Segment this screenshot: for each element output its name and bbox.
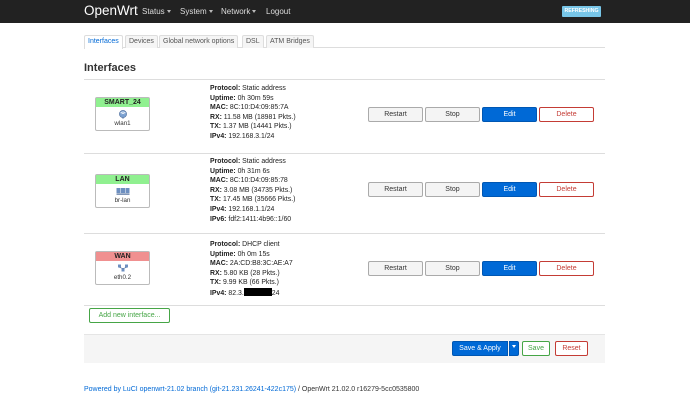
interface-name: WAN [96,252,149,261]
stop-button[interactable]: Stop [425,182,480,197]
uptime-value: 0h 0m 15s [237,250,270,258]
interface-status-info: Protocol: DHCP client Uptime: 0h 0m 15s … [210,241,293,297]
interface-status-info: Protocol: Static address Uptime: 0h 30m … [210,85,296,140]
stop-button[interactable]: Stop [425,261,480,276]
interface-name: LAN [96,175,149,184]
chevron-down-icon [166,10,171,13]
page-footer: Powered by LuCI openwrt-21.02 branch (gi… [84,386,419,393]
tx-value: 9.99 KB (66 Pkts.) [223,279,279,287]
nav-status-menu[interactable]: Status [142,7,171,16]
interface-device: wlan1 [114,120,131,127]
delete-button[interactable]: Delete [539,261,594,276]
mac-value: 8C:10:D4:09:85:78 [229,177,288,185]
uptime-value: 0h 31m 6s [237,167,270,175]
reset-button[interactable]: Reset [555,341,588,356]
page-title: Interfaces [84,62,136,74]
save-apply-dropdown-toggle[interactable] [509,341,519,356]
chevron-down-icon [208,10,213,13]
brand-logo[interactable]: OpenWrt [84,3,138,18]
uptime-value: 0h 30m 59s [237,94,274,102]
delete-button[interactable]: Delete [539,182,594,197]
save-button[interactable]: Save [522,341,550,356]
tab-bar: Interfaces Devices Global network option… [84,34,605,49]
interface-status-info: Protocol: Static address Uptime: 0h 31m … [210,158,296,223]
tab-dsl[interactable]: DSL [242,35,264,48]
tx-value: 17.45 MB (35666 Pkts.) [223,196,296,204]
form-actions-bar: Save & Apply Save Reset [84,334,605,363]
top-navbar: OpenWrt Status System Network Logout REF… [0,0,690,23]
protocol-value: DHCP client [242,241,280,248]
add-new-interface-button[interactable]: Add new interface... [89,308,170,323]
interface-row-smart-24: SMART_24 wlan1 Protocol: Static address … [84,80,605,154]
ipv4-value-suffix: 24 [271,289,280,297]
interface-badge[interactable]: WAN eth0.2 [95,251,150,285]
edit-button[interactable]: Edit [482,107,537,122]
chevron-down-icon [512,345,516,348]
tab-global-network-options[interactable]: Global network options [159,35,239,48]
rx-value: 11.58 MB (18981 Pkts.) [223,113,296,121]
chevron-down-icon [252,10,257,13]
interface-badge[interactable]: SMART_24 wlan1 [95,97,150,131]
mac-value: 8C:10:D4:09:85:7A [229,104,289,112]
tab-interfaces[interactable]: Interfaces [84,35,123,49]
tab-atm-bridges[interactable]: ATM Bridges [266,35,314,48]
mac-value: 2A:CD:B8:3C:AE:A7 [229,260,293,268]
refreshing-badge[interactable]: REFRESHING [562,6,601,17]
nav-logout[interactable]: Logout [266,7,290,16]
interface-device: eth0.2 [113,274,132,281]
wifi-icon [118,110,127,119]
edit-button[interactable]: Edit [482,261,537,276]
nav-network-menu[interactable]: Network [221,7,257,16]
openwrt-version-text: / OpenWrt 21.02.0 r16279-5cc0535800 [296,386,420,393]
tab-devices[interactable]: Devices [125,35,158,48]
edit-button[interactable]: Edit [482,182,537,197]
bridge-icon [116,188,129,195]
stop-button[interactable]: Stop [425,107,480,122]
interface-row-lan: LAN br-lan Protocol: Static address Upti… [84,154,605,234]
restart-button[interactable]: Restart [368,107,423,122]
restart-button[interactable]: Restart [368,261,423,276]
save-apply-button[interactable]: Save & Apply [452,341,508,356]
vlan-icon [117,264,128,272]
interface-name: SMART_24 [96,98,149,107]
protocol-value: Static address [242,158,286,165]
interface-device: br-lan [114,197,131,204]
interface-badge[interactable]: LAN br-lan [95,174,150,208]
rx-value: 3.08 MB (34735 Pkts.) [223,186,293,194]
protocol-value: Static address [242,85,286,92]
nav-system-menu[interactable]: System [180,7,213,16]
ipv4-value: 192.168.3.1/24 [228,132,275,140]
delete-button[interactable]: Delete [539,107,594,122]
redacted-block [243,287,272,296]
interfaces-table: SMART_24 wlan1 Protocol: Static address … [84,79,605,306]
ipv4-value: 192.168.1.1/24 [228,205,275,213]
rx-value: 5.80 KB (28 Pkts.) [223,269,280,277]
luci-version-link[interactable]: Powered by LuCI openwrt-21.02 branch (gi… [84,386,296,393]
ipv6-value: fdf2:1411:4b96::1/60 [228,215,292,223]
tx-value: 1.37 MB (14441 Pkts.) [223,123,292,131]
ipv4-value-prefix: 82.3. [228,289,244,297]
interface-row-wan: WAN eth0.2 Protocol: DHCP client Uptime:… [84,234,605,306]
restart-button[interactable]: Restart [368,182,423,197]
